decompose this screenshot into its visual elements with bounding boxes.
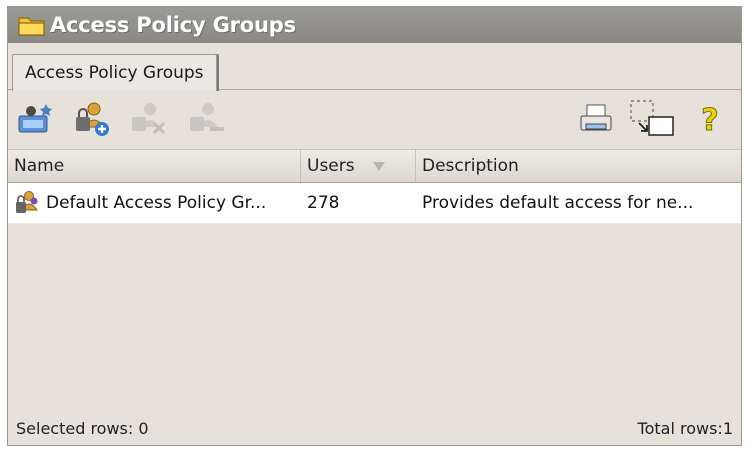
table-row[interactable]: Default Access Policy Gr... 278 Provides… (8, 183, 741, 224)
selected-rows-count: Selected rows: 0 (16, 418, 149, 438)
print-icon (578, 102, 614, 140)
column-header-users[interactable]: Users (301, 150, 416, 182)
tab-access-policy-groups[interactable]: Access Policy Groups (12, 54, 217, 91)
column-header-description[interactable]: Description (416, 150, 741, 182)
add-users-button[interactable] (72, 101, 112, 141)
column-header-name[interactable]: Name (8, 150, 301, 182)
remove-users-button[interactable] (128, 101, 168, 141)
svg-text:?: ? (701, 103, 718, 136)
export-button[interactable] (629, 99, 675, 143)
cell-name: Default Access Policy Gr... (8, 183, 301, 223)
export-icon (629, 99, 675, 143)
table-header: Name Users Description (8, 149, 741, 183)
cell-description: Provides default access for ne... (422, 193, 694, 213)
access-group-icon (14, 190, 40, 216)
delete-group-button[interactable] (186, 101, 226, 141)
access-policy-groups-table: Name Users Description Default Access Po… (8, 149, 741, 224)
cell-users: 278 (307, 193, 340, 213)
delete-group-icon (186, 101, 226, 141)
status-bar: Selected rows: 0 Total rows:1 (8, 411, 741, 445)
tab-strip: Access Policy Groups (8, 47, 741, 91)
access-policy-groups-window: Access Policy Groups Access Policy Group… (7, 6, 742, 446)
total-rows-count: Total rows:1 (637, 418, 733, 438)
help-button[interactable]: ? (690, 101, 730, 141)
toolbar: ? (8, 93, 741, 147)
new-group-button[interactable] (16, 101, 56, 141)
print-button[interactable] (576, 101, 616, 141)
window-titlebar: Access Policy Groups (8, 7, 741, 43)
remove-users-icon (128, 101, 168, 141)
help-icon: ? (695, 102, 725, 140)
folder-icon (14, 10, 50, 40)
sort-descending-icon (372, 161, 385, 171)
new-group-icon (16, 102, 56, 140)
add-users-icon (72, 101, 112, 141)
tab-label: Access Policy Groups (25, 63, 204, 83)
window-title: Access Policy Groups (50, 13, 296, 37)
